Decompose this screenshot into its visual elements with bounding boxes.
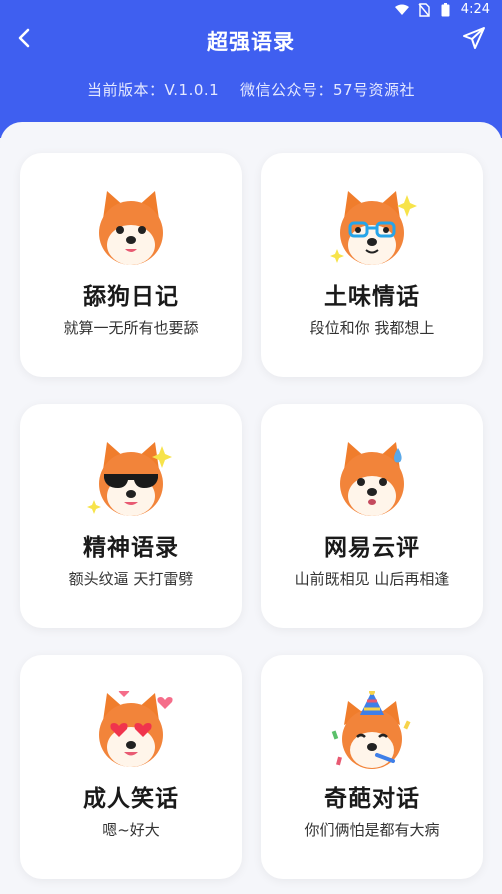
card-tuwei-lovewords[interactable]: 土味情话 段位和你 我都想上 <box>261 153 483 377</box>
card-title: 奇葩对话 <box>324 786 420 812</box>
shiba-face-icon <box>20 189 242 269</box>
card-adult-jokes[interactable]: 成人笑话 嗯~好大 <box>20 655 242 879</box>
version-info: 当前版本：V.1.0.1 微信公众号：57号资源社 <box>86 81 416 99</box>
share-icon <box>462 26 486 54</box>
card-title: 成人笑话 <box>83 786 179 812</box>
shiba-sweat-icon <box>261 440 483 520</box>
status-bar: 4:24 <box>0 0 502 22</box>
card-tiangou-diary[interactable]: 舔狗日记 就算一无所有也要舔 <box>20 153 242 377</box>
card-subtitle: 就算一无所有也要舔 <box>63 319 199 337</box>
card-subtitle: 嗯~好大 <box>102 821 160 839</box>
shiba-party-icon <box>261 691 483 771</box>
card-title: 精神语录 <box>83 535 179 561</box>
page-title: 超强语录 <box>207 30 295 54</box>
card-subtitle: 你们俩怕是都有大病 <box>304 821 440 839</box>
card-spirit-quotes[interactable]: 精神语录 额头纹逼 天打雷劈 <box>20 404 242 628</box>
card-weird-dialogue[interactable]: 奇葩对话 你们俩怕是都有大病 <box>261 655 483 879</box>
shiba-sunglasses-icon <box>20 440 242 520</box>
status-icons: 4:24 <box>394 2 490 17</box>
card-title: 网易云评 <box>324 535 420 561</box>
card-title: 土味情话 <box>324 284 420 310</box>
card-title: 舔狗日记 <box>83 284 179 310</box>
card-subtitle: 山前既相见 山后再相逢 <box>294 570 450 588</box>
no-sim-icon <box>417 2 431 17</box>
battery-icon <box>439 2 453 17</box>
shiba-glasses-icon <box>261 189 483 269</box>
card-subtitle: 段位和你 我都想上 <box>309 319 435 337</box>
app-bar: 超强语录 <box>0 22 502 58</box>
share-button[interactable] <box>460 26 488 54</box>
card-netease-comments[interactable]: 网易云评 山前既相见 山后再相逢 <box>261 404 483 628</box>
status-time: 4:24 <box>460 2 490 17</box>
card-subtitle: 额头纹逼 天打雷劈 <box>68 570 194 588</box>
wifi-icon <box>394 3 409 17</box>
shiba-heart-eyes-icon <box>20 691 242 771</box>
